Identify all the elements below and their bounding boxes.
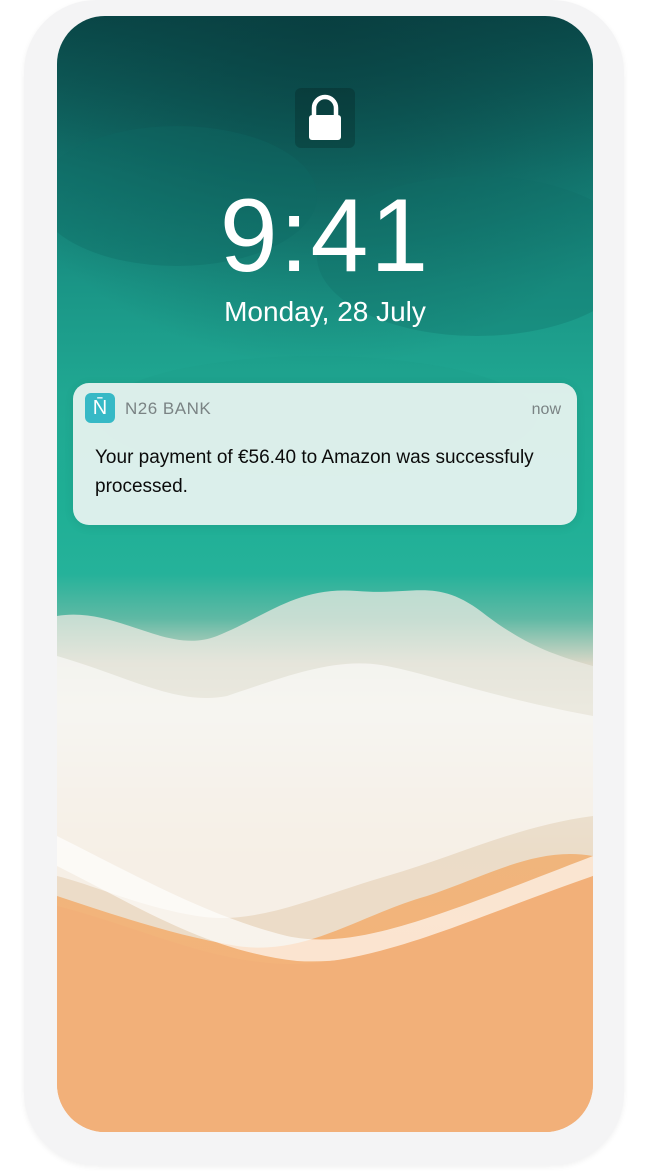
notification-app-name: N26 BANK <box>125 399 212 418</box>
n26-app-icon: N̄ <box>85 393 115 423</box>
lock-icon <box>295 88 355 148</box>
lock-screen: 9:41 Monday, 28 July N̄ N26 BANK now You… <box>57 16 593 1132</box>
notification-card[interactable]: N̄ N26 BANK now Your payment of €56.40 t… <box>73 383 577 525</box>
lock-screen-time: 9:41 <box>219 178 431 294</box>
notification-message: Your payment of €56.40 to Amazon was suc… <box>95 447 534 497</box>
lock-screen-date: Monday, 28 July <box>224 296 426 327</box>
notification-time: now <box>531 401 561 418</box>
